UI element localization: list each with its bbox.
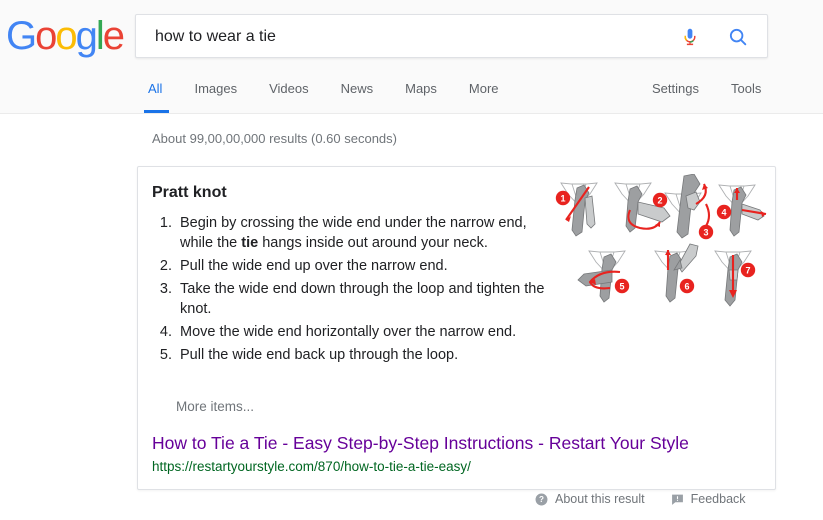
svg-text:5: 5	[619, 281, 624, 291]
tie-knot-diagram-icon: 1 2 3 4 5 6 7	[550, 174, 772, 314]
list-item: Begin by crossing the wide end under the…	[176, 213, 548, 253]
tools-button[interactable]: Tools	[715, 78, 777, 100]
logo-letter-g: g	[75, 14, 98, 58]
list-item: Take the wide end down through the loop …	[176, 279, 548, 319]
feedback-label: Feedback	[690, 492, 746, 506]
result-stats: About 99,00,00,000 results (0.60 seconds…	[152, 131, 397, 146]
logo-letter-l: l	[95, 14, 105, 58]
about-this-result-button[interactable]: ? About this result	[535, 492, 645, 506]
page-header: Google All Images Vid	[0, 0, 823, 114]
step-text-1b: hangs inside out around your neck.	[258, 235, 488, 251]
result-title-link[interactable]: How to Tie a Tie - Easy Step-by-Step Ins…	[152, 433, 689, 454]
tab-images[interactable]: Images	[178, 78, 253, 112]
result-url: https://restartyourstyle.com/870/how-to-…	[152, 459, 471, 474]
svg-text:3: 3	[703, 227, 708, 237]
logo-letter-e: e	[102, 14, 125, 58]
snippet-footer: ? About this result Feedback	[535, 492, 764, 506]
search-icon[interactable]	[727, 26, 749, 48]
featured-snippet-card: Pratt knot Begin by crossing the wide en…	[137, 166, 776, 490]
step-text-4: Move the wide end horizontally over the …	[180, 324, 517, 340]
tab-maps[interactable]: Maps	[389, 78, 453, 112]
svg-text:?: ?	[539, 495, 544, 504]
svg-text:1: 1	[560, 193, 565, 203]
google-logo[interactable]: Google	[6, 14, 125, 58]
svg-text:6: 6	[684, 281, 689, 291]
more-items-link[interactable]: More items...	[176, 399, 254, 414]
snippet-steps-list: Begin by crossing the wide end under the…	[152, 213, 548, 368]
logo-letter-o2: o	[55, 14, 77, 58]
settings-button[interactable]: Settings	[636, 78, 715, 100]
tab-videos[interactable]: Videos	[253, 78, 325, 112]
microphone-icon[interactable]	[679, 26, 701, 48]
question-circle-icon: ?	[535, 493, 548, 506]
step-text-2: Pull the wide end up over the narrow end…	[180, 258, 448, 274]
feedback-icon	[671, 493, 684, 506]
tab-all[interactable]: All	[135, 78, 178, 113]
logo-letter-G: G	[6, 14, 37, 58]
step-text-3: Take the wide end down through the loop …	[180, 281, 545, 317]
search-input[interactable]	[153, 15, 673, 59]
svg-text:4: 4	[721, 207, 726, 217]
search-nav-tabs: All Images Videos News Maps More	[135, 78, 515, 114]
search-nav-tools: Settings Tools	[636, 78, 777, 100]
tab-more[interactable]: More	[453, 78, 515, 112]
google-search-results-page: Google All Images Vid	[0, 0, 823, 520]
about-this-result-label: About this result	[555, 492, 645, 506]
list-item: Move the wide end horizontally over the …	[176, 322, 548, 342]
svg-text:7: 7	[745, 265, 750, 275]
list-item: Pull the wide end back up through the lo…	[176, 345, 548, 365]
feedback-button[interactable]: Feedback	[671, 492, 746, 506]
step-text-5: Pull the wide end back up through the lo…	[180, 347, 459, 363]
tab-news[interactable]: News	[325, 78, 390, 112]
svg-text:2: 2	[657, 195, 662, 205]
step-bold-1: tie	[241, 235, 259, 251]
search-box[interactable]	[135, 14, 768, 59]
snippet-title: Pratt knot	[152, 184, 227, 201]
logo-letter-o1: o	[35, 14, 57, 58]
list-item: Pull the wide end up over the narrow end…	[176, 256, 548, 276]
